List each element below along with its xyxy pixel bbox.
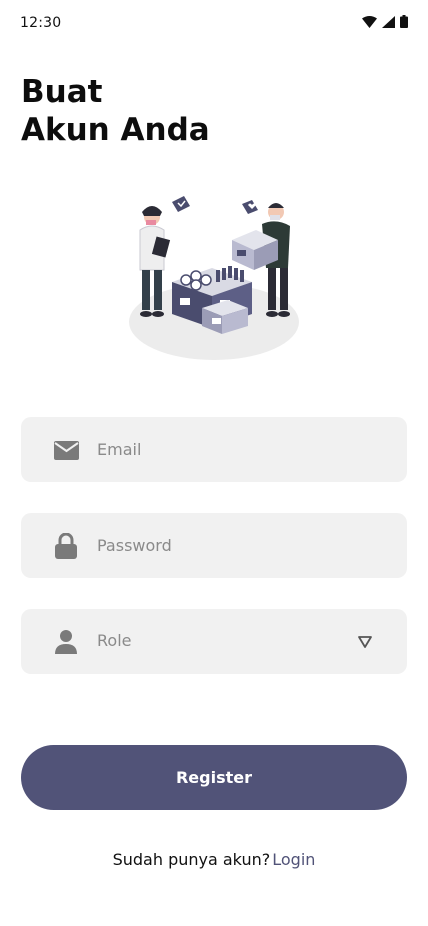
wifi-icon — [362, 15, 377, 28]
role-select-value: Role — [97, 631, 132, 650]
register-screen: 12:30 Buat Akun Anda Email Role Register… — [0, 0, 428, 926]
logistics-illustration — [129, 196, 299, 360]
battery-icon — [400, 15, 408, 28]
register-button[interactable]: Register — [21, 745, 407, 810]
role-select[interactable]: Role — [21, 609, 407, 674]
login-prompt: Sudah punya akun? Login — [0, 850, 428, 869]
password-input[interactable] — [97, 513, 357, 578]
status-icons — [362, 15, 408, 28]
lock-icon — [53, 533, 79, 559]
mail-icon — [53, 437, 79, 463]
password-field[interactable] — [21, 513, 407, 578]
login-prompt-text: Sudah punya akun? — [112, 850, 271, 869]
page-title: Buat Akun Anda — [21, 73, 210, 149]
email-field[interactable] — [21, 417, 407, 482]
person-icon — [53, 629, 79, 655]
email-input[interactable] — [97, 417, 357, 482]
page-title-line-1: Buat — [21, 74, 103, 110]
page-title-line-2: Akun Anda — [21, 112, 210, 148]
status-time: 12:30 — [20, 15, 62, 31]
login-link[interactable]: Login — [272, 850, 315, 869]
status-bar: 12:30 — [0, 0, 428, 48]
triangle-down-icon[interactable] — [357, 635, 373, 649]
signal-icon — [382, 15, 395, 28]
